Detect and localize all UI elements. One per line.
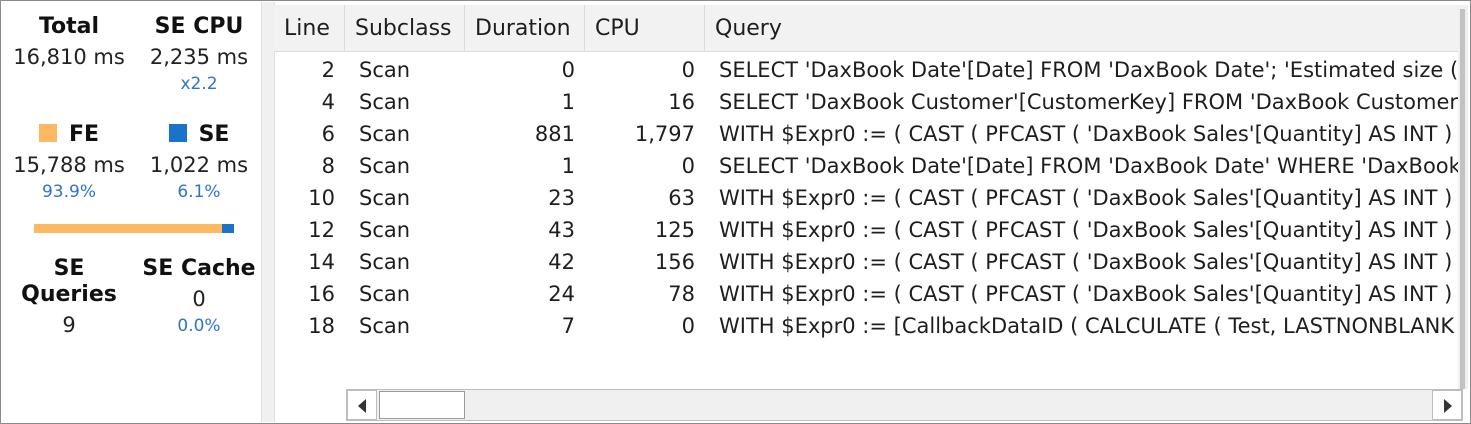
fe-label: FE [68,122,100,147]
cell-query: WITH $Expr0 := [CallbackDataID ( CALCULA… [719,314,1455,338]
table-row[interactable]: 14 Scan 42 156 WITH $Expr0 := ( CAST ( PFCAS… [274,246,1459,278]
table-row[interactable]: 6 Scan 881 1,797 WITH $Expr0 := ( CAST ( PFC… [274,118,1459,150]
cell-subclass: Scan [359,186,411,210]
cell-cpu: 0 [681,58,695,82]
cell-line: 18 [308,314,335,338]
cell-duration: 1 [561,90,575,114]
cell-line: 12 [308,218,335,242]
grid-rows: 2 Scan 0 0 SELECT 'DaxBook Date'[Date] FROM … [274,54,1459,342]
se-cache-label: SE Cache [142,256,256,281]
se-metric: SE 1,022 ms 6.1% [134,122,264,203]
cell-line: 10 [308,186,335,210]
horizontal-scrollbar[interactable] [346,389,1463,421]
cell-cpu: 16 [668,90,695,114]
se-value: 1,022 ms [149,153,249,177]
cell-line: 4 [321,90,335,114]
cell-cpu: 0 [681,314,695,338]
cell-line: 8 [321,154,335,178]
cell-subclass: Scan [359,90,411,114]
cell-query: WITH $Expr0 := ( CAST ( PFCAST ( 'DaxBoo… [719,250,1459,274]
total-label: Total [38,14,100,39]
table-row[interactable]: 2 Scan 0 0 SELECT 'DaxBook Date'[Date] FROM … [274,54,1459,86]
se-color-swatch [168,124,187,142]
se-cpu-label: SE CPU [154,14,244,39]
vertical-scrollbar[interactable] [1458,5,1468,389]
metrics-panel: Total 16,810 ms SE CPU 2,235 ms x2.2 FE … [2,2,260,422]
chevron-right-icon [1444,399,1452,413]
horizontal-scroll-thumb[interactable] [379,391,465,419]
cell-cpu: 125 [654,218,695,242]
column-header-subclass[interactable]: Subclass [345,5,465,51]
cell-query: SELECT 'DaxBook Customer'[CustomerKey] F… [719,90,1459,114]
scroll-right-button[interactable] [1432,390,1462,420]
cell-query: WITH $Expr0 := ( CAST ( PFCAST ( 'DaxBoo… [719,282,1459,306]
cell-subclass: Scan [359,250,411,274]
se-percent: 6.1% [177,182,221,202]
total-value: 16,810 ms [13,45,125,69]
fe-metric: FE 15,788 ms 93.9% [4,122,134,203]
fe-value: 15,788 ms [13,153,125,177]
se-cpu-ratio: x2.2 [180,74,218,94]
cell-query: WITH $Expr0 := ( CAST ( PFCAST ( 'DaxBoo… [719,218,1459,242]
fe-color-swatch [38,124,57,142]
cell-duration: 1 [561,154,575,178]
se-cache-percent: 0.0% [177,316,221,336]
cell-query: SELECT 'DaxBook Date'[Date] FROM 'DaxBoo… [719,154,1459,178]
scroll-left-button[interactable] [347,390,377,420]
cell-subclass: Scan [359,282,411,306]
cell-cpu: 0 [681,154,695,178]
cell-line: 14 [308,250,335,274]
se-portion-bar [221,224,234,233]
vertical-scroll-thumb[interactable] [1460,9,1465,389]
cell-duration: 23 [548,186,575,210]
cell-duration: 881 [534,122,575,146]
fe-se-ratio-bar [34,224,234,233]
cell-cpu: 63 [668,186,695,210]
cell-query: WITH $Expr0 := ( CAST ( PFCAST ( 'DaxBoo… [719,186,1459,210]
cell-cpu: 156 [654,250,695,274]
cell-duration: 42 [548,250,575,274]
column-header-line[interactable]: Line [274,5,345,51]
column-header-query[interactable]: Query [705,5,1459,51]
cell-subclass: Scan [359,122,411,146]
table-row[interactable]: 10 Scan 23 63 WITH $Expr0 := ( CAST ( PFCAST… [274,182,1459,214]
grid-header: Line Subclass Duration CPU Query [274,5,1459,52]
cell-duration: 43 [548,218,575,242]
fe-percent: 93.9% [41,182,96,202]
server-timings-window: Total 16,810 ms SE CPU 2,235 ms x2.2 FE … [0,0,1471,424]
se-cpu-value: 2,235 ms [149,45,249,69]
cell-subclass: Scan [359,314,411,338]
cell-line: 6 [321,122,335,146]
table-row[interactable]: 16 Scan 24 78 WITH $Expr0 := ( CAST ( PFCAST… [274,278,1459,310]
table-row[interactable]: 12 Scan 43 125 WITH $Expr0 := ( CAST ( PFCAS… [274,214,1459,246]
table-row[interactable]: 8 Scan 1 0 SELECT 'DaxBook Date'[Date] FROM … [274,150,1459,182]
cell-duration: 0 [561,58,575,82]
cell-duration: 7 [561,314,575,338]
panel-splitter[interactable] [261,2,275,422]
se-queries-value: 9 [62,313,76,337]
cell-subclass: Scan [359,218,411,242]
se-cache-value: 0 [192,287,206,311]
cell-line: 16 [308,282,335,306]
cell-subclass: Scan [359,58,411,82]
column-header-cpu[interactable]: CPU [585,5,705,51]
cell-line: 2 [321,58,335,82]
se-queries-metric: SE Queries 9 [4,256,134,338]
cell-cpu: 78 [668,282,695,306]
cell-cpu: 1,797 [634,122,695,146]
chevron-left-icon [358,399,366,413]
total-metric: Total 16,810 ms [4,14,134,70]
table-row[interactable]: 4 Scan 1 16 SELECT 'DaxBook Customer'[Custom… [274,86,1459,118]
cell-subclass: Scan [359,154,411,178]
se-queries-grid: Line Subclass Duration CPU Query 2 Scan 0 0… [274,2,1470,422]
cell-duration: 24 [548,282,575,306]
se-queries-label: SE Queries [21,256,117,307]
se-cpu-metric: SE CPU 2,235 ms x2.2 [134,14,264,95]
cell-query: SELECT 'DaxBook Date'[Date] FROM 'DaxBoo… [719,58,1459,82]
se-label: SE [198,122,230,147]
cell-query: WITH $Expr0 := ( CAST ( PFCAST ( 'DaxBoo… [719,122,1459,146]
column-header-duration[interactable]: Duration [465,5,585,51]
table-row[interactable]: 18 Scan 7 0 WITH $Expr0 := [CallbackDataID (… [274,310,1459,342]
se-cache-metric: SE Cache 0 0.0% [134,256,264,337]
